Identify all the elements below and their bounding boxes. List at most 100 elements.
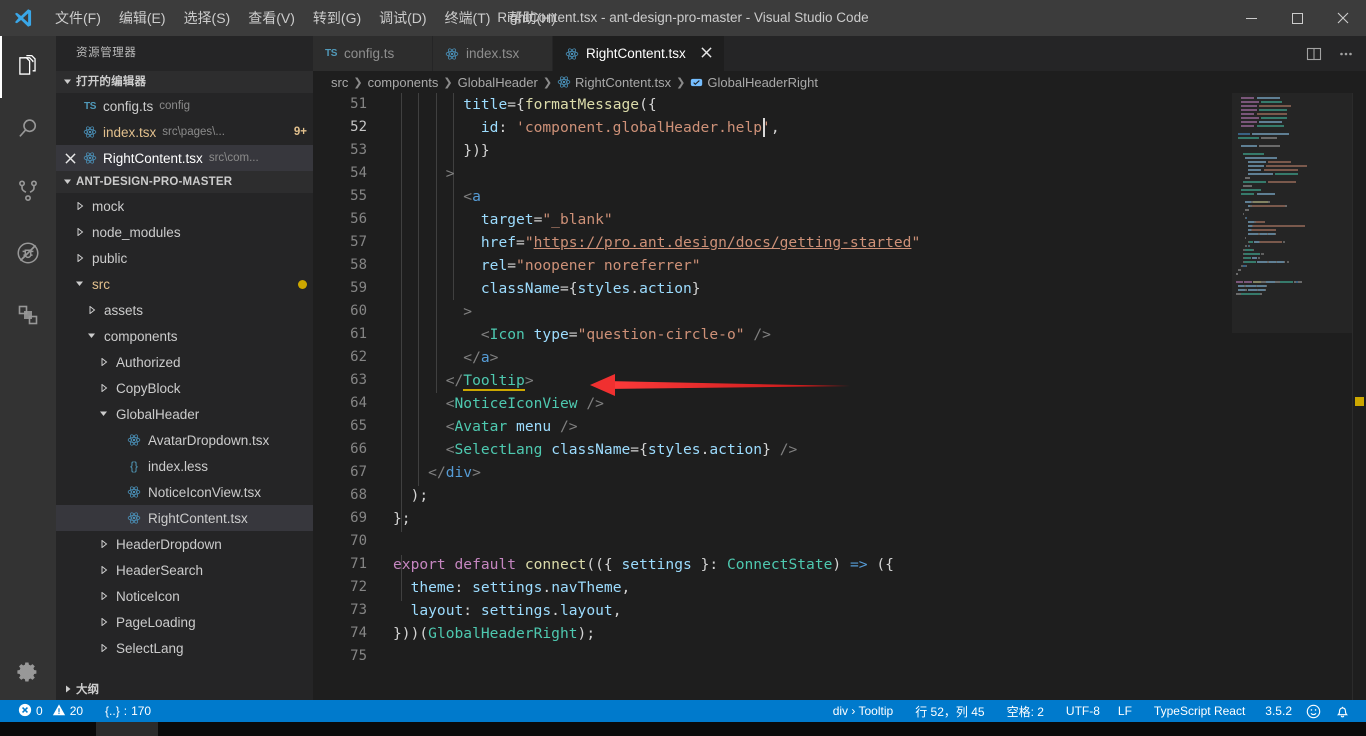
code-line[interactable]: 61 <Icon type="question-circle-o" /> [313, 323, 1366, 346]
code-line[interactable]: 51 title={formatMessage({ [313, 93, 1366, 116]
code-line[interactable]: 56 target="_blank" [313, 208, 1366, 231]
code-line[interactable]: 62 </a> [313, 346, 1366, 369]
code-line[interactable]: 75 [313, 645, 1366, 668]
tree-item-avatardropdown-tsx[interactable]: AvatarDropdown.tsx [56, 427, 313, 453]
status-selection-scope[interactable]: div › Tooltip [826, 700, 900, 722]
code-line[interactable]: 60 > [313, 300, 1366, 323]
menu-help[interactable]: 帮助(H) [499, 0, 564, 36]
open-editor-rightcontent-tsx[interactable]: RightContent.tsxsrc\com... [56, 145, 313, 171]
activity-extensions[interactable] [0, 284, 56, 346]
tree-item-src[interactable]: src [56, 271, 313, 297]
code-line[interactable]: 64 <NoticeIconView /> [313, 392, 1366, 415]
tree-item-copyblock[interactable]: CopyBlock [56, 375, 313, 401]
code-line[interactable]: 53 })} [313, 139, 1366, 162]
tree-item-authorized[interactable]: Authorized [56, 349, 313, 375]
activity-settings[interactable] [0, 644, 56, 700]
status-braces[interactable]: {..} : 170 [98, 700, 158, 722]
tree-item-assets[interactable]: assets [56, 297, 313, 323]
line-number: 58 [313, 254, 367, 277]
menu-view[interactable]: 查看(V) [239, 0, 304, 36]
status-eol[interactable]: LF [1111, 700, 1139, 722]
code-line[interactable]: 66 <SelectLang className={styles.action}… [313, 438, 1366, 461]
tree-item-mock[interactable]: mock [56, 193, 313, 219]
open-editor-index-tsx[interactable]: index.tsxsrc\pages\...9+ [56, 119, 313, 145]
breadcrumb-globalheaderright[interactable]: GlobalHeaderRight [690, 75, 818, 90]
code-line[interactable]: 54 > [313, 162, 1366, 185]
activity-search[interactable] [0, 98, 56, 160]
taskbar-item[interactable] [96, 722, 158, 736]
code-line[interactable]: 67 </div> [313, 461, 1366, 484]
activity-source-control[interactable] [0, 160, 56, 222]
code-line-text: <SelectLang className={styles.action} /> [393, 438, 797, 461]
overview-ruler[interactable] [1352, 93, 1366, 700]
tree-item-node-modules[interactable]: node_modules [56, 219, 313, 245]
code-line[interactable]: 55 <a [313, 185, 1366, 208]
status-cursor-position[interactable]: 行 52，列 45 [908, 700, 991, 722]
smiley-icon[interactable] [1299, 700, 1328, 722]
menu-file[interactable]: 文件(F) [46, 0, 110, 36]
section-project-root[interactable]: ANT-DESIGN-PRO-MASTER [56, 171, 313, 193]
status-language-mode[interactable]: TypeScript React [1147, 700, 1252, 722]
minimize-button[interactable] [1228, 0, 1274, 36]
status-encoding[interactable]: UTF-8 [1059, 700, 1107, 722]
tree-item-rightcontent-tsx[interactable]: RightContent.tsx [56, 505, 313, 531]
tab-config-ts[interactable]: TSconfig.ts [313, 36, 433, 71]
close-icon[interactable] [701, 46, 712, 61]
split-editor-icon[interactable] [1300, 40, 1328, 68]
minimap[interactable] [1232, 93, 1352, 700]
tab-rightcontent-tsx[interactable]: RightContent.tsx [553, 36, 725, 71]
breadcrumb-globalheader[interactable]: GlobalHeader [458, 75, 538, 90]
bell-icon[interactable] [1328, 700, 1366, 722]
ellipsis-icon[interactable] [1332, 40, 1360, 68]
section-outline[interactable]: 大纲 [56, 678, 313, 700]
status-indentation[interactable]: 空格: 2 [1000, 700, 1051, 722]
menu-terminal[interactable]: 终端(T) [436, 0, 500, 36]
code-line[interactable]: 63 </Tooltip> [313, 369, 1366, 392]
code-line[interactable]: 73 layout: settings.layout, [313, 599, 1366, 622]
code-line[interactable]: 57 href="https://pro.ant.design/docs/get… [313, 231, 1366, 254]
code-line[interactable]: 69}; [313, 507, 1366, 530]
tree-item-index-less[interactable]: {}index.less [56, 453, 313, 479]
code-line[interactable]: 58 rel="noopener noreferrer" [313, 254, 1366, 277]
code-line[interactable]: 74}))(GlobalHeaderRight); [313, 622, 1366, 645]
code-line[interactable]: 68 ); [313, 484, 1366, 507]
code-line[interactable]: 52 id: 'component.globalHeader.help', [313, 116, 1366, 139]
breadcrumb-components[interactable]: components [368, 75, 439, 90]
tree-item-noticeicon[interactable]: NoticeIcon [56, 583, 313, 609]
activity-explorer[interactable] [0, 36, 56, 98]
menu-bar[interactable]: 文件(F) 编辑(E) 选择(S) 查看(V) 转到(G) 调试(D) 终端(T… [46, 0, 565, 36]
breadcrumb[interactable]: src❯components❯GlobalHeader❯RightContent… [313, 71, 1366, 93]
menu-selection[interactable]: 选择(S) [175, 0, 240, 36]
tree-item-headerdropdown[interactable]: HeaderDropdown [56, 531, 313, 557]
tree-item-pageloading[interactable]: PageLoading [56, 609, 313, 635]
activity-debug[interactable] [0, 222, 56, 284]
tree-item-public[interactable]: public [56, 245, 313, 271]
breadcrumb-separator-icon: ❯ [353, 76, 362, 89]
tree-item-components[interactable]: components [56, 323, 313, 349]
tree-item-globalheader[interactable]: GlobalHeader [56, 401, 313, 427]
tree-item-selectlang[interactable]: SelectLang [56, 635, 313, 661]
menu-go[interactable]: 转到(G) [304, 0, 370, 36]
breadcrumb-rightcontent-tsx[interactable]: RightContent.tsx [557, 75, 671, 90]
close-icon[interactable] [60, 153, 80, 164]
section-open-editors[interactable]: 打开的编辑器 [56, 71, 313, 93]
maximize-button[interactable] [1274, 0, 1320, 36]
menu-edit[interactable]: 编辑(E) [110, 0, 175, 36]
code-line[interactable]: 71export default connect(({ settings }: … [313, 553, 1366, 576]
code-line[interactable]: 65 <Avatar menu /> [313, 415, 1366, 438]
menu-debug[interactable]: 调试(D) [370, 0, 435, 36]
minimap-line [1243, 185, 1252, 187]
breadcrumb-src[interactable]: src [331, 75, 348, 90]
tab-index-tsx[interactable]: index.tsx [433, 36, 553, 71]
tree-item-headersearch[interactable]: HeaderSearch [56, 557, 313, 583]
status-problems[interactable]: 0 20 [0, 700, 90, 722]
code-line[interactable]: 70 [313, 530, 1366, 553]
minimap-slider[interactable] [1232, 93, 1352, 333]
code-line[interactable]: 59 className={styles.action} [313, 277, 1366, 300]
status-ts-version[interactable]: 3.5.2 [1258, 700, 1299, 722]
code-editor[interactable]: 51 title={formatMessage({52 id: 'compone… [313, 93, 1366, 700]
close-button[interactable] [1320, 0, 1366, 36]
code-line[interactable]: 72 theme: settings.navTheme, [313, 576, 1366, 599]
tree-item-noticeiconview-tsx[interactable]: NoticeIconView.tsx [56, 479, 313, 505]
open-editor-config-ts[interactable]: TSconfig.tsconfig [56, 93, 313, 119]
